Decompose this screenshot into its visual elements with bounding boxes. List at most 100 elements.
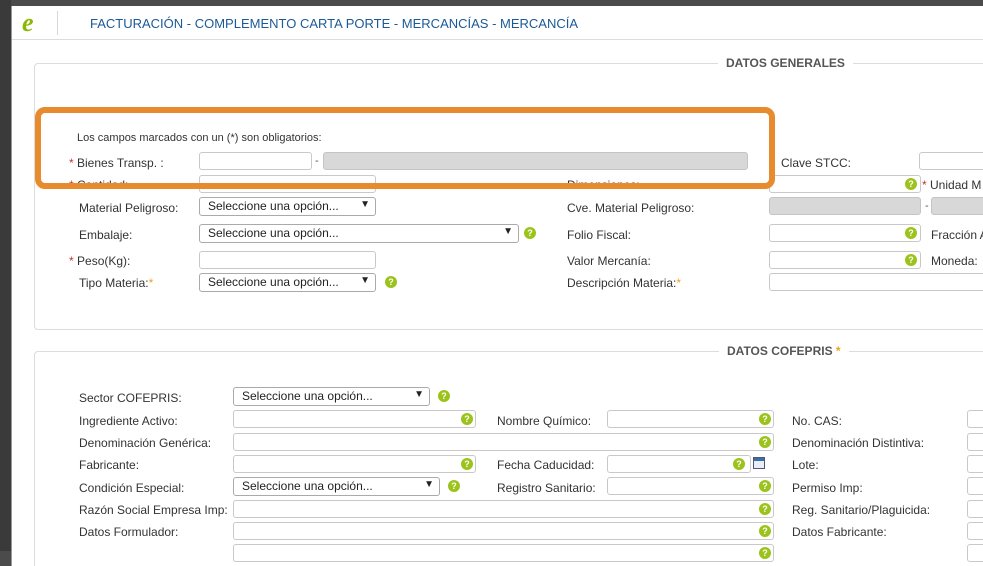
razon-social-help-icon[interactable]: ? [759,503,771,515]
unidad-medida-label-text: Unidad M [930,178,982,192]
razon-social-input[interactable] [233,500,774,518]
valor-mercancia-input[interactable] [769,251,921,269]
page-title: FACTURACIÓN - COMPLEMENTO CARTA PORTE - … [90,16,579,31]
tipo-materia-label: Tipo Materia:* [79,276,154,290]
reg-sanitario-plaguicida-label: Reg. Sanitario/Plaguicida: [792,503,931,517]
peso-label-text: Peso(Kg): [77,254,131,268]
descripcion-materia-input[interactable] [769,273,983,291]
folio-fiscal-label: Folio Fiscal: [567,228,632,242]
razon-social-label: Razón Social Empresa Imp: [79,503,228,517]
header-divider [57,11,58,35]
clave-stcc-label: Clave STCC: [781,156,852,170]
sector-cofepris-help-icon[interactable]: ? [438,390,450,402]
permiso-imp-input[interactable] [967,477,983,495]
unidad-medida-label: * Unidad M [922,178,982,192]
cve-material-dash: - [925,200,929,212]
peso-input[interactable] [199,251,376,269]
lote-label: Lote: [792,458,819,472]
chevron-down-icon: ▼ [503,226,513,237]
datos-maquilador-input[interactable] [233,544,774,562]
condicion-especial-select[interactable]: Seleccione una opción... ▼ [233,477,440,496]
fabricante-label: Fabricante: [79,458,140,472]
datos-formulador-label: Datos Formulador: [79,525,179,539]
material-peligroso-value: Seleccione una opción... [208,199,339,213]
tipo-materia-label-text: Tipo Materia: [79,276,149,290]
embalaje-label: Embalaje: [79,228,133,242]
dimensiones-input[interactable] [769,175,921,193]
datos-cofepris-legend: DATOS COFEPRIS * [719,344,849,358]
valor-mercancia-label: Valor Mercanía: [567,254,651,268]
datos-cofepris-legend-text: DATOS COFEPRIS [727,344,833,358]
embalaje-select[interactable]: Seleccione una opción... ▼ [199,224,519,243]
condicion-especial-label: Condición Especial: [79,481,185,495]
ingrediente-activo-input[interactable] [233,410,476,428]
fabricante-help-icon[interactable]: ? [461,458,473,470]
fecha-caducidad-input[interactable] [607,455,751,473]
folio-fiscal-help-icon[interactable]: ? [905,227,917,239]
tipo-materia-select[interactable]: Seleccione una opción... ▼ [199,273,376,292]
folio-fiscal-input[interactable] [769,224,921,242]
fraccion-label: Fracción A [931,228,983,242]
denominacion-distintiva-label: Denominación Distintiva: [792,436,925,450]
datos-maquilador-help-icon[interactable]: ? [759,547,771,559]
uso-autorizado-input[interactable] [967,544,983,562]
background-app-strip [0,0,11,551]
cve-material-peligroso-label: Cve. Material Peligroso: [567,201,695,215]
peso-label: * Peso(Kg): [69,254,131,268]
tipo-materia-value: Seleccione una opción... [208,275,339,289]
modal-window: e FACTURACIÓN - COMPLEMENTO CARTA PORTE … [11,6,983,566]
registro-sanitario-input[interactable] [607,477,774,495]
denominacion-generica-label: Denominación Genérica: [79,436,212,450]
fabricante-input[interactable] [233,455,476,473]
tipo-materia-help-icon[interactable]: ? [385,276,397,288]
lote-input[interactable] [967,455,983,473]
denominacion-generica-input[interactable] [233,433,774,451]
ingrediente-activo-label: Ingrediente Activo: [79,414,178,428]
fecha-caducidad-label: Fecha Caducidad: [497,458,595,472]
nombre-quimico-input[interactable] [607,410,774,428]
valor-mercancia-help-icon[interactable]: ? [905,254,917,266]
descripcion-materia-label-text: Descripción Materia: [567,276,677,290]
moneda-label: Moneda: [931,254,978,268]
descripcion-materia-label: Descripción Materia:* [567,276,682,290]
annotation-highlight-box [35,107,775,189]
fecha-caducidad-help-icon[interactable]: ? [733,458,745,470]
chevron-down-icon: ▼ [360,275,370,286]
datos-generales-legend-text: DATOS GENERALES [726,56,845,70]
dimensiones-help-icon[interactable]: ? [905,178,917,190]
datos-formulador-input[interactable] [233,522,774,540]
sector-cofepris-label: Sector COFEPRIS: [79,391,182,405]
embalaje-help-icon[interactable]: ? [524,227,536,239]
condicion-especial-value: Seleccione una opción... [242,479,373,493]
ingrediente-activo-help-icon[interactable]: ? [461,413,473,425]
sector-cofepris-value: Seleccione una opción... [242,389,373,403]
cve-material-desc-input [931,197,983,215]
no-cas-input[interactable] [967,410,983,428]
sector-cofepris-select[interactable]: Seleccione una opción... ▼ [233,387,430,406]
chevron-down-icon: ▼ [424,479,434,490]
nombre-quimico-label: Nombre Químico: [497,414,592,428]
cve-material-peligroso-input [769,197,921,215]
logo-icon: e [22,8,34,37]
chevron-down-icon: ▼ [414,389,424,400]
permiso-imp-label: Permiso Imp: [792,481,863,495]
nombre-quimico-help-icon[interactable]: ? [759,413,771,425]
modal-header: e FACTURACIÓN - COMPLEMENTO CARTA PORTE … [12,6,983,40]
material-peligroso-label: Material Peligroso: [79,201,179,215]
reg-sanitario-plaguicida-input[interactable] [967,500,983,518]
embalaje-value: Seleccione una opción... [208,226,339,240]
chevron-down-icon: ▼ [360,199,370,210]
denominacion-generica-help-icon[interactable]: ? [759,436,771,448]
clave-stcc-input[interactable] [919,152,983,170]
datos-generales-legend: DATOS GENERALES [718,56,853,70]
calendar-icon[interactable] [753,457,765,469]
datos-formulador-help-icon[interactable]: ? [759,525,771,537]
denominacion-distintiva-input[interactable] [967,433,983,451]
datos-fabricante-input[interactable] [967,522,983,540]
registro-sanitario-label: Registro Sanitario: [497,481,596,495]
registro-sanitario-help-icon[interactable]: ? [759,480,771,492]
no-cas-label: No. CAS: [792,414,843,428]
condicion-especial-help-icon[interactable]: ? [448,480,460,492]
material-peligroso-select[interactable]: Seleccione una opción... ▼ [199,197,376,216]
datos-fabricante-label: Datos Fabricante: [792,525,887,539]
